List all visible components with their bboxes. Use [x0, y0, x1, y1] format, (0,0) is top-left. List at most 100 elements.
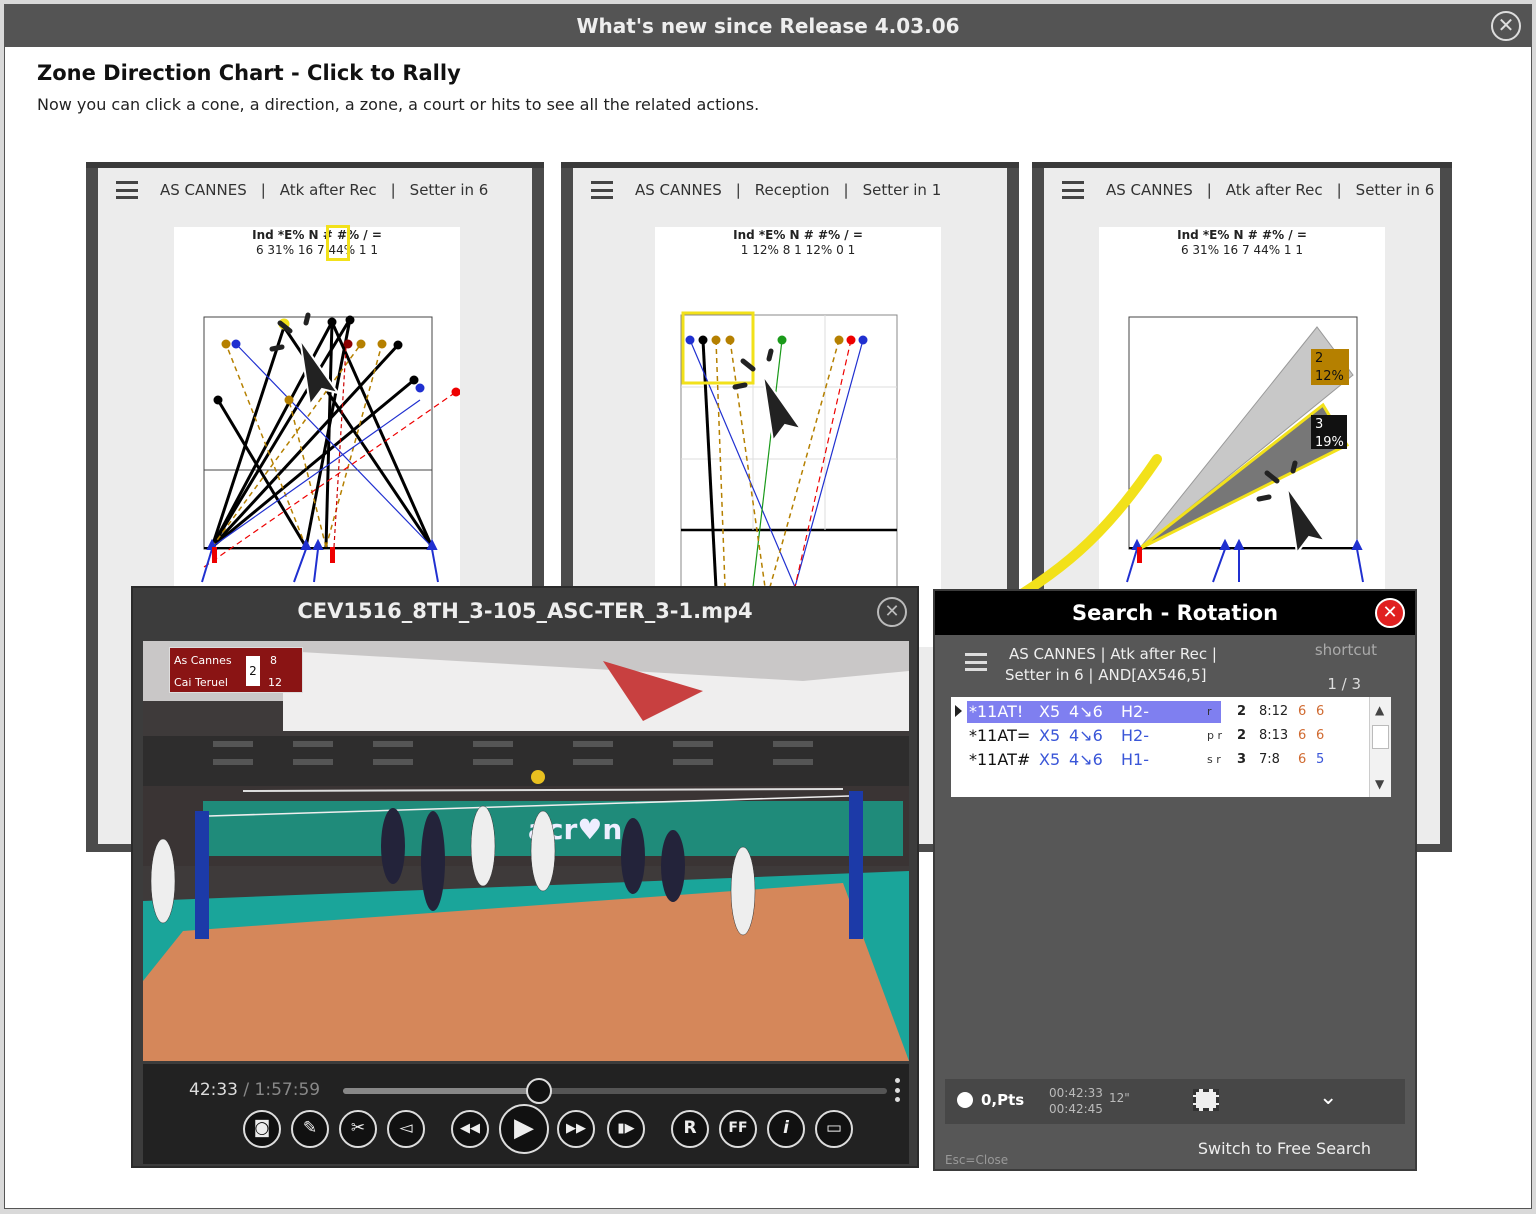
play-icon[interactable]: ▶ — [499, 1104, 549, 1154]
panel-header: AS CANNES | Atk after Rec | Setter in 6 — [1044, 168, 1440, 212]
cone-label-2-value: 2 — [1315, 351, 1323, 366]
scroll-thumb[interactable] — [1372, 725, 1389, 749]
menu-icon[interactable] — [965, 653, 987, 671]
close-icon[interactable]: ✕ — [1491, 11, 1521, 41]
landing-point — [711, 335, 721, 345]
row-eval: H2- — [1121, 726, 1149, 745]
menu-icon[interactable] — [1062, 181, 1084, 199]
attacker-arrow-icon — [312, 538, 324, 550]
result-row[interactable]: *11AT# X5 4↘6 H1- s r 3 7:8 6 5 — [969, 749, 1384, 771]
attacker-arrow-icon — [1351, 538, 1363, 550]
attacker-arrow-icon — [1233, 538, 1245, 550]
panel-skill[interactable]: Reception — [755, 181, 830, 199]
video-frame[interactable]: acr♥n As Cannes Cai Teruel 2 8 12 — [143, 641, 909, 1061]
row-direction: 4↘6 — [1069, 750, 1103, 769]
info-icon[interactable]: i — [767, 1110, 805, 1148]
scroll-up-icon[interactable]: ▲ — [1375, 703, 1384, 717]
result-row[interactable]: *11AT! X5 4↘6 H2- r 2 8:12 6 6 — [969, 701, 1384, 723]
total-time: 1:57:59 — [254, 1080, 321, 1100]
zone-direction-chart[interactable] — [655, 227, 941, 647]
landing-point — [409, 375, 419, 385]
landing-point — [858, 335, 868, 345]
feature-description: Now you can click a cone, a direction, a… — [37, 95, 760, 114]
red-marker — [212, 547, 217, 563]
shortcut-label[interactable]: shortcut — [1315, 641, 1377, 659]
step-forward-icon[interactable]: ▮▶ — [607, 1110, 645, 1148]
cone-chart[interactable]: 2 12% 3 19% — [1099, 227, 1385, 647]
pencil-icon[interactable]: ✎ — [291, 1110, 329, 1148]
camera-icon[interactable]: ◙ — [243, 1110, 281, 1148]
panel-team[interactable]: AS CANNES — [160, 181, 247, 199]
panel-rotation[interactable]: Setter in 6 — [410, 181, 489, 199]
film-icon[interactable] — [1193, 1089, 1219, 1111]
scroll-down-icon[interactable]: ▼ — [1375, 777, 1384, 791]
seek-bar[interactable] — [343, 1078, 887, 1104]
panel-header: AS CANNES | Reception | Setter in 1 — [573, 168, 1007, 212]
panel-team[interactable]: AS CANNES — [635, 181, 722, 199]
switch-to-free-search-button[interactable]: Switch to Free Search — [1198, 1139, 1371, 1158]
panel-rotation[interactable]: Setter in 1 — [863, 181, 942, 199]
chart-sheet: Ind *E% N # #% / = 6 31% 16 7 44% 1 1 2 … — [1099, 227, 1385, 647]
rewind-icon[interactable]: ◀◀ — [451, 1110, 489, 1148]
landing-point — [698, 335, 708, 345]
ff-button[interactable]: FF — [719, 1110, 757, 1148]
volleyball-scene: acr♥n — [143, 641, 909, 1061]
scissors-icon[interactable]: ✂ — [339, 1110, 377, 1148]
close-icon[interactable]: ✕ — [1375, 598, 1405, 628]
reception-line — [689, 339, 796, 588]
separator: | — [260, 181, 266, 199]
attack-line — [211, 399, 421, 548]
panel-skill[interactable]: Atk after Rec — [280, 181, 377, 199]
chevron-down-icon[interactable]: ⌄ — [1319, 1085, 1337, 1110]
row-eval: H2- — [1121, 702, 1149, 721]
landing-point — [777, 335, 787, 345]
row-code: *11AT= — [969, 726, 1031, 745]
red-marker — [330, 547, 335, 563]
menu-icon[interactable] — [591, 181, 613, 199]
landing-point — [685, 335, 695, 345]
scoreboard-team1: As Cannes — [174, 654, 232, 667]
seek-progress — [343, 1088, 539, 1094]
duration: 12" — [1109, 1091, 1130, 1105]
panel-header: AS CANNES | Atk after Rec | Setter in 6 — [98, 168, 532, 212]
panel-rotation[interactable]: Setter in 6 — [1356, 181, 1435, 199]
cursor-icon — [732, 348, 804, 444]
row-marker: s r — [1207, 753, 1221, 766]
r-button[interactable]: R — [671, 1110, 709, 1148]
panel-team[interactable]: AS CANNES — [1106, 181, 1193, 199]
row-direction: 4↘6 — [1069, 702, 1103, 721]
video-title: CEV1516_8TH_3-105_ASC-TER_3-1.mp4 — [297, 599, 753, 623]
reception-line — [729, 339, 766, 588]
row-score: 8:13 — [1259, 728, 1289, 743]
more-options-icon[interactable] — [895, 1078, 901, 1102]
result-row[interactable]: *11AT= X5 4↘6 H2- p r 2 8:13 6 6 — [969, 725, 1384, 747]
player-controls: 42:33 / 1:57:59 ◙ ✎ ✂ ◅ ◀◀ ▶ ▶▶ ▮▶ R FF … — [143, 1064, 909, 1164]
landing-point — [327, 317, 337, 327]
row-number: 2 — [1237, 728, 1247, 743]
search-rotation-panel: Search - Rotation ✕ AS CANNES | Atk afte… — [933, 589, 1417, 1171]
landing-point — [846, 335, 856, 345]
separator: | — [735, 181, 741, 199]
landing-point — [213, 395, 223, 405]
fast-forward-icon[interactable]: ▶▶ — [557, 1110, 595, 1148]
menu-icon[interactable] — [116, 181, 138, 199]
close-icon[interactable]: ✕ — [877, 597, 907, 627]
search-header: AS CANNES | Atk after Rec | Setter in 6 … — [945, 635, 1405, 693]
row-zone: X5 — [1039, 702, 1061, 721]
search-filter-line1: AS CANNES | Atk after Rec | — [1009, 645, 1217, 663]
chart-sheet: Ind *E% N # #% / = 6 31% 16 7 44% 1 1 — [174, 225, 460, 647]
landing-point — [284, 395, 294, 405]
cone-label-2-pct: 12% — [1315, 369, 1344, 384]
landing-point — [834, 335, 844, 345]
landing-point — [451, 387, 460, 397]
cone-label-3-value: 3 — [1315, 417, 1323, 432]
panel-skill[interactable]: Atk after Rec — [1226, 181, 1323, 199]
results-scrollbar[interactable]: ▲ ▼ — [1369, 697, 1391, 797]
mute-icon[interactable]: ◅ — [387, 1110, 425, 1148]
seek-handle[interactable] — [525, 1078, 552, 1104]
window-title: What's new since Release 4.03.06 — [576, 14, 960, 38]
screen-icon[interactable]: ▭ — [815, 1110, 853, 1148]
zone-direction-chart[interactable] — [174, 227, 460, 647]
current-time: 42:33 — [189, 1080, 238, 1100]
landing-point — [415, 383, 425, 393]
